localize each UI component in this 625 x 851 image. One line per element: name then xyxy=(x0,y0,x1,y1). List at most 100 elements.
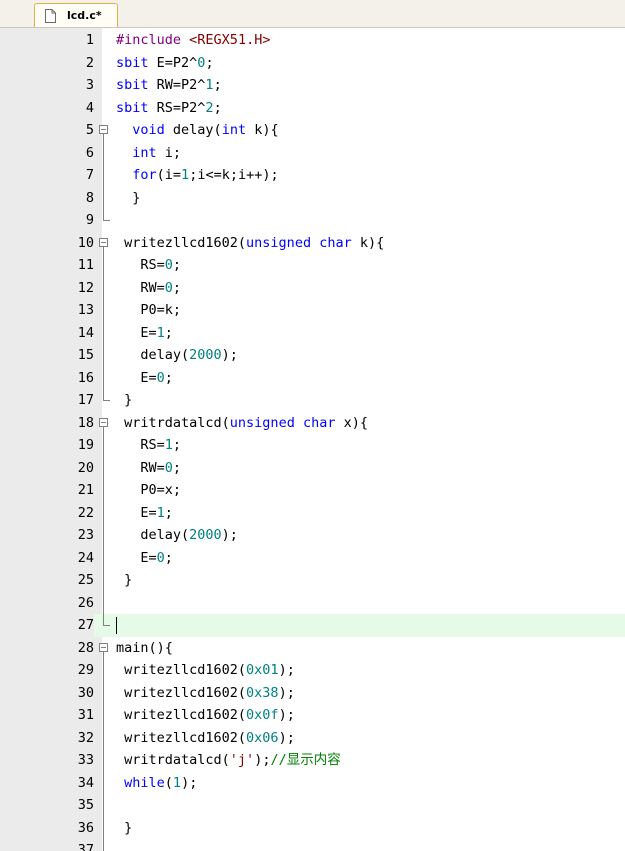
code-line[interactable]: 10 writezllcd1602(unsigned char k){ xyxy=(0,231,625,254)
code-line[interactable]: 17 } xyxy=(0,389,625,412)
code-text: writezllcd1602(0x38); xyxy=(116,682,295,705)
code-line[interactable]: 20 RW=0; xyxy=(0,456,625,479)
code-line[interactable]: 18 writrdatalcd(unsigned char x){ xyxy=(0,411,625,434)
code-token: writrdatalcd( xyxy=(116,414,230,431)
code-token: 1 xyxy=(156,504,165,521)
code-text: int i; xyxy=(116,142,181,165)
code-line[interactable]: 22 E=1; xyxy=(0,501,625,524)
file-icon xyxy=(45,9,56,23)
code-line[interactable]: 31 writezllcd1602(0x0f); xyxy=(0,704,625,727)
code-editor[interactable]: 1 #include <REGX51.H> 2 sbit E=P2^0; 3 sbit R… xyxy=(0,28,625,851)
code-line[interactable]: 34 while(1); xyxy=(0,771,625,795)
code-line[interactable]: 37 xyxy=(0,839,625,851)
code-token: 0 xyxy=(156,549,165,566)
code-line[interactable]: 28 main(){ xyxy=(0,636,625,659)
code-line[interactable]: 24 E=0; xyxy=(0,546,625,569)
code-token: writrdatalcd( xyxy=(116,752,230,768)
code-token: 'j' xyxy=(229,752,255,768)
code-token: int xyxy=(132,144,157,161)
code-text: } xyxy=(116,569,132,592)
code-line[interactable]: 6 int i; xyxy=(0,141,625,165)
fold-minus-icon[interactable] xyxy=(99,417,108,427)
code-token: void xyxy=(132,122,165,138)
code-text: delay(2000); xyxy=(116,344,238,367)
code-token: sbit xyxy=(116,99,149,116)
code-line[interactable]: 26 xyxy=(0,591,625,614)
code-text: while(1); xyxy=(116,772,197,795)
code-token: 1 xyxy=(164,437,173,453)
code-token: E= xyxy=(116,369,157,386)
code-line[interactable]: 3 sbit RW=P2^1; xyxy=(0,74,625,97)
code-token: } xyxy=(116,572,133,588)
code-line[interactable]: 4 sbit RS=P2^2; xyxy=(0,96,625,119)
line-number: 31 xyxy=(0,704,94,727)
code-text: RS=1; xyxy=(116,434,181,457)
code-token: #include xyxy=(116,32,182,48)
code-line[interactable]: 30 writezllcd1602(0x38); xyxy=(0,681,625,705)
code-line[interactable]: 27 xyxy=(0,614,625,637)
fold-guide xyxy=(103,426,104,625)
line-number: 20 xyxy=(0,456,94,479)
code-token: x){ xyxy=(335,414,368,431)
code-token: ); xyxy=(221,527,238,543)
fold-minus-icon[interactable] xyxy=(99,237,108,247)
code-line[interactable]: 8 } xyxy=(0,186,625,209)
line-number: 24 xyxy=(0,546,94,569)
code-line[interactable]: 29 writezllcd1602(0x01); xyxy=(0,659,625,682)
code-line[interactable]: 19 RS=1; xyxy=(0,434,625,457)
code-line[interactable]: 33 writrdatalcd('j');//显示内容 xyxy=(0,749,625,772)
code-line[interactable]: 2 sbit E=P2^0; xyxy=(0,51,625,74)
code-line[interactable]: 9 xyxy=(0,209,625,232)
code-token: } xyxy=(116,392,133,408)
code-token: ); xyxy=(278,729,295,746)
code-line[interactable]: 21 P0=x; xyxy=(0,479,625,502)
code-line[interactable]: 25 } xyxy=(0,569,625,592)
code-line[interactable]: 23 delay(2000); xyxy=(0,524,625,547)
code-line[interactable]: 36 } xyxy=(0,816,625,839)
tab-lcd-c[interactable]: lcd.c* xyxy=(34,3,118,27)
code-token: for xyxy=(132,167,157,183)
code-token: } xyxy=(116,189,141,206)
code-token: ; xyxy=(172,437,182,453)
code-line[interactable]: 11 RS=0; xyxy=(0,254,625,277)
tab-bar: lcd.c* xyxy=(0,0,625,28)
code-line[interactable]: 16 E=0; xyxy=(0,366,625,389)
code-token: 0 xyxy=(164,279,173,296)
code-token: 2000 xyxy=(189,527,222,543)
code-token: 0 xyxy=(164,257,173,273)
code-token: ; xyxy=(172,257,182,273)
code-line[interactable]: 32 writezllcd1602(0x06); xyxy=(0,726,625,749)
code-line[interactable]: 35 xyxy=(0,794,625,817)
line-number: 2 xyxy=(0,51,94,74)
code-token: E= xyxy=(116,324,157,341)
code-line[interactable]: 15 delay(2000); xyxy=(0,344,625,367)
line-number: 25 xyxy=(0,569,94,592)
line-number: 18 xyxy=(0,411,94,434)
code-line[interactable]: 1 #include <REGX51.H> xyxy=(0,29,625,52)
code-token: RS= xyxy=(116,437,165,453)
text-caret xyxy=(116,617,117,634)
code-line[interactable]: 7 for(i=1;i<=k;i++); xyxy=(0,164,625,187)
code-line[interactable]: 13 P0=k; xyxy=(0,299,625,322)
code-line[interactable]: 12 RW=0; xyxy=(0,276,625,299)
code-token: <REGX51.H> xyxy=(189,32,271,48)
fold-end-marker xyxy=(103,400,110,401)
code-line[interactable]: 14 E=1; xyxy=(0,321,625,345)
code-token: writezllcd1602( xyxy=(116,729,247,746)
code-token: RW= xyxy=(116,279,165,296)
fold-minus-icon[interactable] xyxy=(99,125,108,134)
code-token: 1 xyxy=(172,774,182,791)
line-number: 11 xyxy=(0,254,94,277)
fold-guide xyxy=(103,134,104,220)
code-line[interactable]: 5 void delay(int k){ xyxy=(0,119,625,142)
line-number: 4 xyxy=(0,96,94,119)
code-token: //显示内容 xyxy=(270,752,341,768)
fold-minus-icon[interactable] xyxy=(99,642,108,652)
code-token: RW=P2^ xyxy=(148,77,206,93)
line-number: 10 xyxy=(0,231,94,254)
code-text: E=1; xyxy=(116,322,173,345)
code-token: ); xyxy=(278,684,295,701)
